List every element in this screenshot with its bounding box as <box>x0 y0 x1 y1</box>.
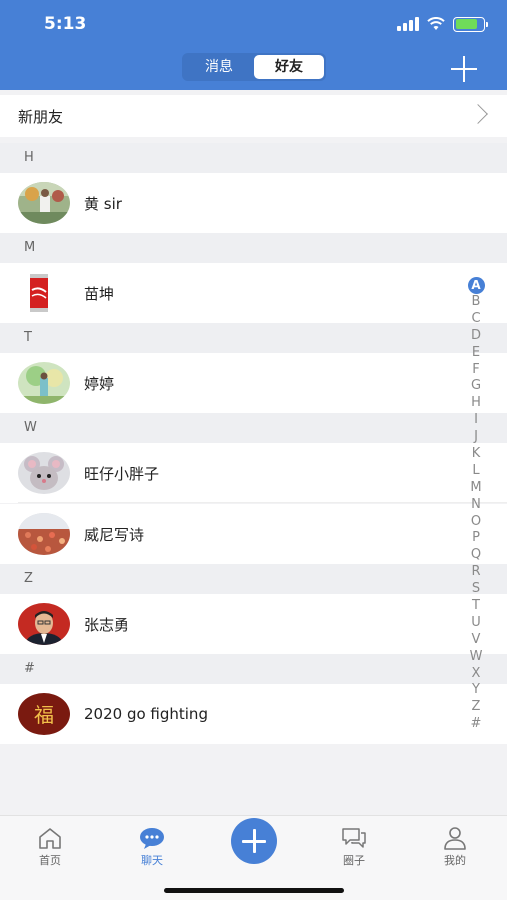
contact-name: 苗坤 <box>84 284 115 303</box>
index-letter[interactable]: J <box>465 429 487 446</box>
comments-icon <box>342 828 366 848</box>
nav-home-label: 首页 <box>39 854 61 867</box>
nav-profile[interactable]: 我的 <box>425 826 485 868</box>
tab-friends[interactable]: 好友 <box>254 55 324 79</box>
avatar <box>18 513 70 555</box>
avatar <box>18 362 70 404</box>
home-indicator <box>164 888 344 893</box>
index-letter[interactable]: O <box>465 514 487 531</box>
index-letter[interactable]: Z <box>465 699 487 716</box>
index-letter[interactable]: M <box>465 480 487 497</box>
nav-profile-label: 我的 <box>444 854 466 867</box>
row-divider <box>18 502 507 503</box>
section-header-t: T <box>0 323 507 353</box>
contact-row[interactable]: 苗坤 <box>0 263 507 323</box>
section-header-h: H <box>0 143 507 173</box>
index-letter[interactable]: X <box>465 666 487 683</box>
index-letter[interactable]: W <box>465 649 487 666</box>
nav-chat[interactable]: 聊天 <box>122 826 182 868</box>
header-bar: 5:13 消息 好友 <box>0 0 507 90</box>
avatar <box>18 272 70 314</box>
new-friends-row[interactable]: 新朋友 <box>0 95 507 137</box>
index-letter[interactable]: U <box>465 615 487 632</box>
nav-circle-label: 圈子 <box>343 854 365 867</box>
index-letter[interactable]: Y <box>465 682 487 699</box>
avatar <box>18 182 70 224</box>
index-letter[interactable]: # <box>465 716 487 733</box>
status-time: 5:13 <box>44 14 87 34</box>
new-friends-label: 新朋友 <box>18 107 64 126</box>
index-letter[interactable]: D <box>465 328 487 345</box>
index-letter[interactable]: E <box>465 345 487 362</box>
index-letter[interactable]: Q <box>465 547 487 564</box>
contact-row[interactable]: 威尼写诗 <box>0 504 507 564</box>
index-letter[interactable]: B <box>465 294 487 311</box>
wifi-icon <box>427 17 445 30</box>
status-icons <box>397 16 488 32</box>
contact-row[interactable]: 婷婷 <box>0 353 507 413</box>
index-letter[interactable]: V <box>465 632 487 649</box>
avatar <box>18 603 70 645</box>
chevron-right-icon <box>468 104 488 124</box>
contact-name: 黄 sir <box>84 194 122 213</box>
contact-name: 2020 go fighting <box>84 705 208 723</box>
index-letter[interactable]: F <box>465 362 487 379</box>
add-friend-button[interactable] <box>451 56 477 82</box>
contact-name: 威尼写诗 <box>84 525 145 544</box>
index-letter[interactable]: A <box>467 277 485 294</box>
home-icon <box>39 828 61 849</box>
index-letter[interactable]: L <box>465 463 487 480</box>
contact-name: 旺仔小胖子 <box>84 464 160 483</box>
alphabet-index[interactable]: A B C D E F G H I J K L M N O P Q R S T … <box>465 277 487 733</box>
index-letter[interactable]: R <box>465 564 487 581</box>
index-letter[interactable]: T <box>465 598 487 615</box>
bottom-tab-bar: 首页 聊天 圈子 我的 <box>0 815 507 900</box>
index-letter[interactable]: K <box>465 446 487 463</box>
section-header-m: M <box>0 233 507 263</box>
index-letter[interactable]: I <box>465 412 487 429</box>
index-letter[interactable]: H <box>465 395 487 412</box>
index-letter[interactable]: S <box>465 581 487 598</box>
signal-icon <box>397 17 419 31</box>
plus-icon[interactable] <box>231 818 277 864</box>
section-header-hash: # <box>0 654 507 684</box>
index-letter[interactable]: C <box>465 311 487 328</box>
tab-messages[interactable]: 消息 <box>184 55 254 79</box>
battery-icon <box>453 16 488 32</box>
avatar: 福 <box>18 693 70 735</box>
section-header-z: Z <box>0 564 507 594</box>
nav-home[interactable]: 首页 <box>20 826 80 868</box>
nav-circle[interactable]: 圈子 <box>324 826 384 868</box>
contact-row[interactable]: 张志勇 <box>0 594 507 654</box>
contact-row[interactable]: 黄 sir <box>0 173 507 233</box>
contact-row[interactable]: 旺仔小胖子 <box>0 443 507 503</box>
contact-row[interactable]: 福 2020 go fighting <box>0 684 507 744</box>
chat-icon <box>140 828 164 849</box>
section-header-w: W <box>0 413 507 443</box>
fu-character-icon: 福 <box>34 703 54 727</box>
index-letter[interactable]: N <box>465 497 487 514</box>
avatar <box>18 452 70 494</box>
index-letter[interactable]: G <box>465 378 487 395</box>
contact-name: 张志勇 <box>84 615 130 634</box>
segment-control: 消息 好友 <box>182 53 326 81</box>
contact-name: 婷婷 <box>84 374 115 393</box>
user-icon <box>444 827 466 850</box>
index-letter[interactable]: P <box>465 530 487 547</box>
nav-chat-label: 聊天 <box>141 854 163 867</box>
